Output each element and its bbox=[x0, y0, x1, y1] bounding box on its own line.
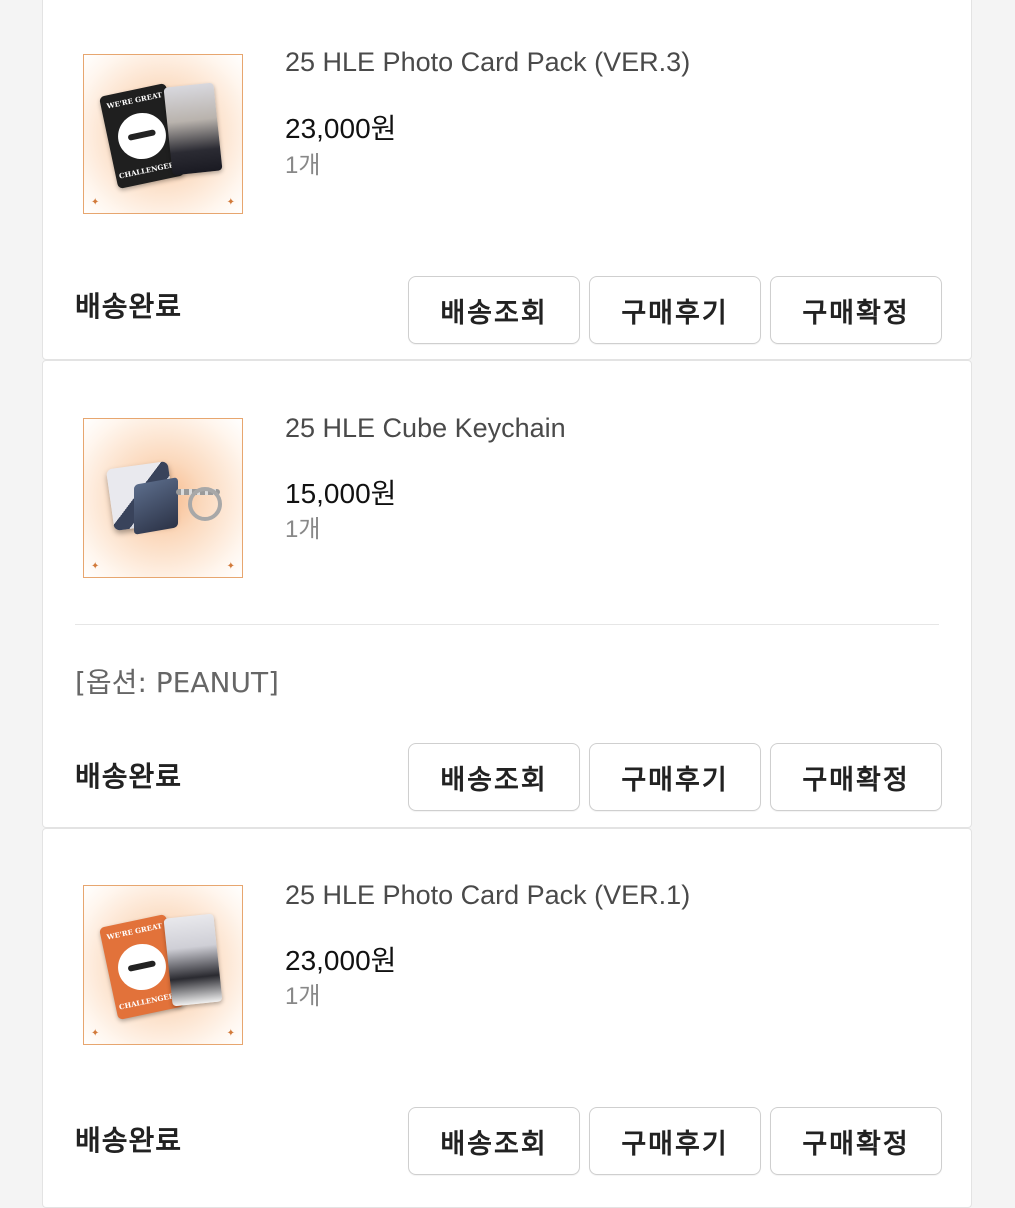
track-delivery-button[interactable]: 배송조회 bbox=[408, 743, 580, 811]
product-title[interactable]: 25 HLE Photo Card Pack (VER.1) bbox=[285, 880, 690, 911]
product-title[interactable]: 25 HLE Photo Card Pack (VER.3) bbox=[285, 47, 690, 78]
track-delivery-button[interactable]: 배송조회 bbox=[408, 1107, 580, 1175]
product-price: 23,000원 bbox=[285, 113, 397, 144]
confirm-purchase-button[interactable]: 구매확정 bbox=[770, 1107, 942, 1175]
product-quantity: 1개 bbox=[285, 516, 321, 543]
product-title[interactable]: 25 HLE Cube Keychain bbox=[285, 413, 566, 444]
logo-mark bbox=[113, 108, 171, 164]
product-option: [옵션: PEANUT] bbox=[75, 666, 279, 699]
order-card: WE'RE GREAT CHALLENGERS ✦ ✦ 25 HLE Photo… bbox=[42, 828, 972, 1208]
product-image[interactable]: WE'RE GREAT CHALLENGERS ✦ ✦ bbox=[83, 54, 243, 214]
write-review-button[interactable]: 구매후기 bbox=[589, 743, 761, 811]
confirm-purchase-button[interactable]: 구매확정 bbox=[770, 743, 942, 811]
sparkle-icon: ✦ bbox=[226, 1028, 235, 1039]
cube-side bbox=[134, 477, 178, 535]
product-image[interactable]: WE'RE GREAT CHALLENGERS ✦ ✦ bbox=[83, 885, 243, 1045]
card-text-top: WE'RE GREAT bbox=[105, 921, 163, 942]
track-delivery-button[interactable]: 배송조회 bbox=[408, 276, 580, 344]
delivery-status: 배송완료 bbox=[75, 760, 183, 793]
product-image[interactable]: ✦ ✦ bbox=[83, 418, 243, 578]
player-photo-card bbox=[163, 82, 223, 176]
sparkle-icon: ✦ bbox=[91, 1028, 100, 1039]
confirm-purchase-button[interactable]: 구매확정 bbox=[770, 276, 942, 344]
sparkle-icon: ✦ bbox=[226, 561, 235, 572]
product-price: 23,000원 bbox=[285, 945, 397, 976]
player-photo-card bbox=[163, 913, 223, 1007]
logo-mark bbox=[113, 939, 171, 995]
product-price: 15,000원 bbox=[285, 478, 397, 509]
delivery-status: 배송완료 bbox=[75, 1124, 183, 1157]
order-card: ✦ ✦ 25 HLE Cube Keychain 15,000원 1개 [옵션:… bbox=[42, 360, 972, 828]
order-card: WE'RE GREAT CHALLENGERS ✦ ✦ 25 HLE Photo… bbox=[42, 0, 972, 360]
delivery-status: 배송완료 bbox=[75, 290, 183, 323]
write-review-button[interactable]: 구매후기 bbox=[589, 1107, 761, 1175]
card-text-top: WE'RE GREAT bbox=[105, 90, 163, 111]
sparkle-icon: ✦ bbox=[226, 197, 235, 208]
divider bbox=[75, 624, 939, 625]
product-quantity: 1개 bbox=[285, 152, 321, 179]
keychain-ring bbox=[188, 487, 222, 521]
sparkle-icon: ✦ bbox=[91, 561, 100, 572]
sparkle-icon: ✦ bbox=[91, 197, 100, 208]
product-quantity: 1개 bbox=[285, 983, 321, 1010]
write-review-button[interactable]: 구매후기 bbox=[589, 276, 761, 344]
